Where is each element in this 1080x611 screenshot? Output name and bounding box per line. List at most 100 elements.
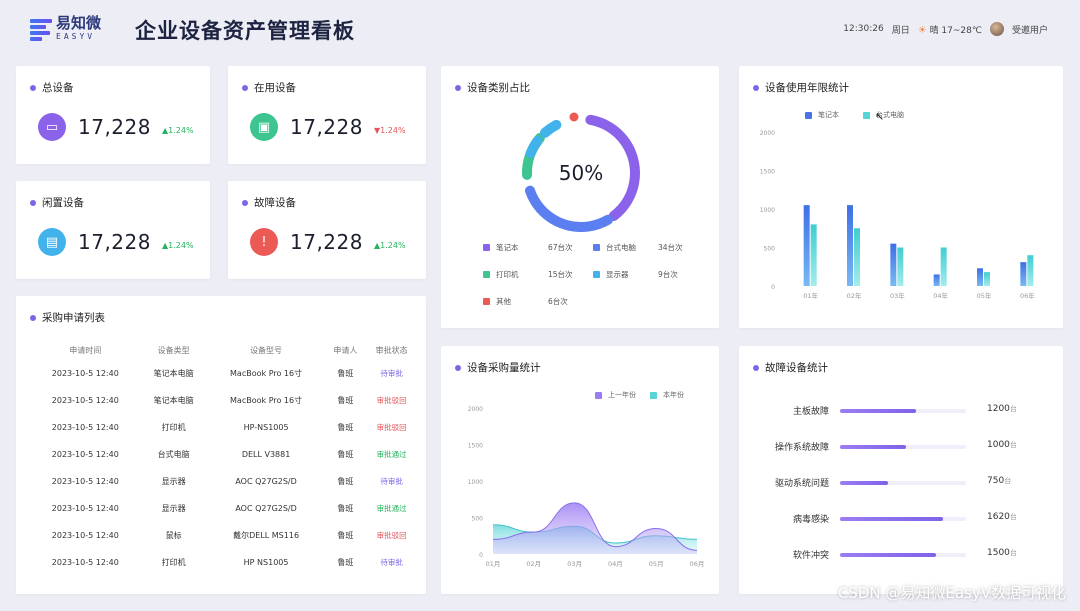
donut-slice-other[interactable]: [569, 112, 579, 122]
status-badge: 待审批: [380, 369, 403, 378]
status-badge: 审批驳回: [376, 396, 407, 405]
avatar[interactable]: [989, 22, 1004, 36]
fault-label: 病毒感染: [792, 515, 829, 525]
bar-05年-笔记本: [977, 268, 983, 286]
table-cell: 鲁班: [337, 531, 354, 540]
table-row[interactable]: 2023-10-5 12:40 笔记本电脑 MacBook Pro 16寸 鲁班 待审批: [30, 360, 418, 387]
purchase-card: 设备采购量统计 上一年份 本年份 2000 1500 1000 500 0 01月 02月 0…: [441, 346, 719, 594]
stat-value: 17,228: [78, 115, 151, 139]
table-cell: 鲁班: [337, 369, 354, 378]
table-cell: 鲁班: [337, 477, 354, 486]
legend-item[interactable]: 显示器 9台次: [593, 269, 678, 280]
legend-value: 34台次: [658, 243, 683, 252]
col-header[interactable]: 设备型号: [207, 340, 326, 360]
col-header[interactable]: 申请时间: [30, 340, 141, 360]
stat-change: ▲1.24%: [162, 126, 194, 135]
title-dot-icon: [30, 314, 36, 321]
stat-label: 故障设备: [254, 197, 296, 209]
x-tick-label: 04年: [933, 291, 948, 300]
fault-bar-fill: [840, 553, 936, 557]
stat-value: 17,228: [78, 230, 151, 254]
legend-name: 笔记本: [496, 243, 519, 252]
fault-value-number: 750: [987, 476, 1005, 486]
col-header[interactable]: 申请人: [326, 340, 366, 360]
table-cell: HP NS1005: [243, 558, 289, 567]
legend-swatch-icon: [483, 271, 490, 278]
table-cell: 鲁班: [337, 423, 354, 432]
y-tick-label: 1500: [760, 169, 775, 176]
stat-card-in-use: 在用设备 ▣ 17,228 ▼1.24%: [228, 66, 426, 164]
table-cell: 2023-10-5 12:40: [51, 558, 119, 567]
bar-04年-笔记本: [933, 274, 940, 286]
bar-01年-台式电脑: [810, 224, 817, 286]
fault-bar-track: [840, 409, 966, 413]
fault-value: 750台: [987, 476, 1011, 486]
donut-chart: [522, 112, 640, 232]
logo-en: EASYV: [56, 32, 96, 41]
fault-bar-track: [840, 553, 966, 557]
table-row[interactable]: 2023-10-5 12:40 鼠标 戴尔DELL MS116 鲁班 审批驳回: [30, 522, 418, 549]
legend-item[interactable]: 台式电脑 34台次: [593, 242, 683, 253]
fault-value-unit: 台: [1009, 405, 1017, 413]
user-name[interactable]: 受邀用户: [1012, 23, 1048, 36]
legend-item[interactable]: 笔记本 67台次: [483, 242, 573, 253]
title-dot-icon: [30, 199, 36, 206]
stat-card-total: 总设备 ▭ 17,228 ▲1.24%: [16, 66, 210, 164]
bar-03年-台式电脑: [897, 247, 904, 286]
x-tick-label: 02月: [526, 560, 541, 568]
col-header[interactable]: 审批状态: [365, 340, 418, 360]
table-cell: HP-NS1005: [243, 423, 289, 432]
y-tick-label: 1000: [468, 479, 483, 486]
sun-icon: ☀: [917, 24, 927, 36]
legend-value: 6台次: [548, 297, 568, 306]
fault-value: 1200台: [987, 404, 1017, 414]
watermark: CSDN @易知微EasyV数据可视化: [837, 584, 1066, 602]
purchase-area-chart: 2000 1500 1000 500 001月 02月 03月 04月 05月 06月: [468, 406, 705, 568]
stat-value: 17,228: [290, 230, 363, 254]
fault-bar-track: [840, 445, 966, 449]
table-cell: 2023-10-5 12:40: [51, 477, 119, 486]
table-cell: 鲁班: [337, 396, 354, 405]
fault-bar-fill: [840, 445, 906, 449]
status-badge: 审批通过: [376, 504, 407, 513]
table-row[interactable]: 2023-10-5 12:40 打印机 HP NS1005 鲁班 待审批: [30, 549, 418, 576]
table-row[interactable]: 2023-10-5 12:40 显示器 AOC Q27G2S/D 鲁班 审批通过: [30, 495, 418, 522]
table-cell: AOC Q27G2S/D: [235, 504, 297, 513]
fault-bar-fill: [840, 409, 916, 413]
card-title: 采购申请列表: [42, 312, 105, 324]
x-tick-label: 06年: [1020, 291, 1035, 300]
legend-swatch-icon: [483, 244, 490, 251]
x-tick-label: 01月: [486, 560, 501, 568]
title-dot-icon: [242, 199, 248, 206]
stat-value: 17,228: [290, 115, 363, 139]
bar-04年-台式电脑: [940, 247, 947, 286]
col-header[interactable]: 设备类型: [141, 340, 207, 360]
stat-label: 在用设备: [254, 82, 296, 94]
y-tick-label: 1000: [760, 207, 775, 214]
table-row[interactable]: 2023-10-5 12:40 台式电脑 DELL V3881 鲁班 审批通过: [30, 441, 418, 468]
table-cell: 戴尔DELL MS116: [233, 531, 300, 540]
table-cell: 笔记本电脑: [153, 369, 194, 378]
table-row[interactable]: 2023-10-5 12:40 打印机 HP-NS1005 鲁班 审批驳回: [30, 414, 418, 441]
table-cell: 2023-10-5 12:40: [51, 396, 119, 405]
logo[interactable]: 易知微 EASYV: [30, 16, 101, 41]
fault-label: 驱动系统问题: [774, 479, 829, 489]
monitor-icon: ▭: [38, 113, 66, 141]
table-cell: 鲁班: [337, 558, 354, 567]
fault-value-unit: 台: [1009, 513, 1017, 521]
table-cell: 2023-10-5 12:40: [51, 504, 119, 513]
table-cell: 鼠标: [165, 531, 182, 540]
table-row[interactable]: 2023-10-5 12:40 显示器 AOC Q27G2S/D 鲁班 待审批: [30, 468, 418, 495]
bar-06年-笔记本: [1020, 262, 1027, 286]
fault-value-unit: 台: [1009, 441, 1017, 449]
card-title: 故障设备统计: [765, 362, 828, 374]
legend-item[interactable]: 其他 6台次: [483, 296, 568, 307]
legend-item[interactable]: 打印机 15台次: [483, 269, 573, 280]
weather-text: 晴 17~28℃: [929, 25, 982, 36]
table-row[interactable]: 2023-10-5 12:40 笔记本电脑 MacBook Pro 16寸 鲁班 审批驳…: [30, 387, 418, 414]
table-cell: MacBook Pro 16寸: [230, 396, 303, 405]
table-cell: 打印机: [161, 423, 186, 432]
x-tick-label: 04月: [608, 560, 623, 568]
logo-mark-icon: [30, 17, 52, 41]
fault-label: 软件冲突: [792, 551, 829, 561]
